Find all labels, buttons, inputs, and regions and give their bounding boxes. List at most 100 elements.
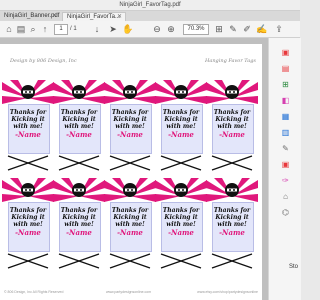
tag-line-thanks: Thanks for (111, 109, 149, 116)
up-icon[interactable]: ↑ (40, 24, 50, 34)
tab-bar: NinjaGirl_Banner.pdf ✕ NinjaGirl_FavorTa… (0, 11, 300, 21)
tag-line-name: -Name (117, 228, 143, 237)
pointer-icon[interactable]: ➤ (108, 24, 118, 34)
tag-line-thanks: Thanks for (162, 207, 200, 214)
close-icon[interactable]: ✕ (117, 13, 122, 21)
favor-tag: Thanks for Kicking it with me! -Name (53, 178, 105, 270)
tag-line-kicking: Kicking it (11, 116, 45, 123)
page-footer-right: www.etsy.com/shop/partydesignsonline (197, 290, 258, 294)
tab-favortag-pdf[interactable]: NinjaGirl_FavorTa... ✕ (62, 12, 126, 21)
ninja-face-icon (21, 85, 35, 99)
tag-line-name: -Name (66, 130, 92, 139)
tag-line-kicking: Kicking it (164, 116, 198, 123)
tag-line-name: -Name (168, 130, 194, 139)
tag-line-thanks: Thanks for (213, 207, 251, 214)
down-icon[interactable]: ↓ (92, 24, 102, 34)
close-icon[interactable]: ✕ (52, 12, 57, 21)
tools-panel: ▣ ▤ ⊞ ◧ ▦ ▥ ✎ ▣ ✑ ⌂ ⌬ Sto (268, 38, 301, 300)
scan-icon[interactable]: ▥ (281, 128, 290, 137)
ninja-face-icon (72, 183, 86, 197)
tag-line-withme: with me! (64, 221, 94, 228)
favor-tag: Thanks for Kicking it with me! -Name (2, 80, 54, 172)
tag-line-withme: with me! (13, 221, 43, 228)
ninja-face-icon (174, 85, 188, 99)
ninja-face-icon (123, 183, 137, 197)
ninja-face-icon (225, 183, 239, 197)
tag-line-withme: with me! (115, 221, 145, 228)
tag-line-thanks: Thanks for (111, 207, 149, 214)
page-header-right: Hanging Favor Tags (205, 58, 256, 64)
tag-line-name: -Name (219, 228, 245, 237)
page-footer-mid: www.partydesignsonline.com (106, 290, 152, 294)
search-icon[interactable]: ⌕ (28, 24, 38, 34)
crossed-swords-icon (109, 253, 151, 269)
tag-line-name: -Name (168, 228, 194, 237)
tag-line-withme: with me! (13, 123, 43, 130)
tag-line-thanks: Thanks for (162, 109, 200, 116)
share-icon[interactable]: ⇪ (274, 24, 284, 34)
comment-icon[interactable]: ✎ (228, 24, 238, 34)
favor-tag: Thanks for Kicking it with me! -Name (206, 80, 258, 172)
sign-icon[interactable]: ✍ (256, 24, 267, 34)
tag-line-kicking: Kicking it (113, 214, 147, 221)
send-sign-icon[interactable]: ✑ (281, 176, 290, 185)
protect-icon[interactable]: ⌂ (281, 192, 290, 201)
pdf-page: Design by 806 Design, Inc Hanging Favor … (0, 44, 262, 300)
tag-line-thanks: Thanks for (213, 109, 251, 116)
tag-line-kicking: Kicking it (215, 214, 249, 221)
print-icon[interactable]: ▤ (16, 24, 26, 34)
storage-label: Sto (289, 264, 299, 270)
tag-line-withme: with me! (115, 123, 145, 130)
crossed-swords-icon (7, 253, 49, 269)
zoom-in-icon[interactable]: ⊕ (166, 24, 176, 34)
tag-line-name: -Name (219, 130, 245, 139)
document-viewport[interactable]: Design by 806 Design, Inc Hanging Favor … (0, 38, 268, 300)
page-header-left: Design by 806 Design, Inc (10, 58, 77, 64)
pen-icon[interactable]: ✐ (242, 24, 252, 34)
tag-line-withme: with me! (217, 123, 247, 130)
tag-line-name: -Name (15, 228, 41, 237)
toolbar: ⌂ ▤ ⌕ ↑ 1 / 1 ↓ ➤ ✋ ⊖ ⊕ 70.3% ⊞ ✎ ✐ ✍ ⇪ (0, 21, 300, 38)
tag-line-kicking: Kicking it (215, 116, 249, 123)
pan-icon[interactable]: ✋ (122, 24, 133, 34)
tag-line-name: -Name (66, 228, 92, 237)
favor-tag: Thanks for Kicking it with me! -Name (206, 178, 258, 270)
title-bar: NinjaGirl_FavorTag.pdf (0, 0, 300, 11)
crossed-swords-icon (160, 253, 202, 269)
more-tools-icon[interactable]: ⌬ (281, 208, 290, 217)
tag-line-withme: with me! (64, 123, 94, 130)
crossed-swords-icon (211, 253, 253, 269)
tag-line-withme: with me! (166, 123, 196, 130)
crossed-swords-icon (7, 155, 49, 171)
create-pdf-icon[interactable]: ⊞ (281, 80, 290, 89)
fill-sign-icon[interactable]: ▣ (281, 160, 290, 169)
favor-tag: Thanks for Kicking it with me! -Name (155, 80, 207, 172)
page-footer-left: © 806 Design, Inc All Rights Reserved (4, 290, 64, 294)
crossed-swords-icon (58, 253, 100, 269)
edit-pdf-icon[interactable]: ▤ (281, 64, 290, 73)
crossed-swords-icon (58, 155, 100, 171)
tag-line-kicking: Kicking it (11, 214, 45, 221)
favor-tag: Thanks for Kicking it with me! -Name (104, 178, 156, 270)
zoom-out-icon[interactable]: ⊖ (152, 24, 162, 34)
combine-icon[interactable]: ◧ (281, 96, 290, 105)
zoom-level-select[interactable]: 70.3% (183, 24, 209, 35)
fit-page-icon[interactable]: ⊞ (214, 24, 224, 34)
home-icon[interactable]: ⌂ (4, 24, 14, 34)
tag-line-thanks: Thanks for (60, 109, 98, 116)
crossed-swords-icon (211, 155, 253, 171)
tag-line-thanks: Thanks for (60, 207, 98, 214)
tab-banner-pdf[interactable]: NinjaGirl_Banner.pdf ✕ (0, 12, 60, 21)
favor-tag: Thanks for Kicking it with me! -Name (2, 178, 54, 270)
page-number-input[interactable]: 1 (54, 24, 68, 35)
tag-line-kicking: Kicking it (164, 214, 198, 221)
page-total: / 1 (70, 26, 77, 32)
favor-tag: Thanks for Kicking it with me! -Name (104, 80, 156, 172)
organize-icon[interactable]: ▦ (281, 112, 290, 121)
tag-line-name: -Name (15, 130, 41, 139)
export-pdf-icon[interactable]: ▣ (281, 48, 290, 57)
comment-tool-icon[interactable]: ✎ (281, 144, 290, 153)
crossed-swords-icon (160, 155, 202, 171)
tag-line-withme: with me! (217, 221, 247, 228)
favor-tag: Thanks for Kicking it with me! -Name (155, 178, 207, 270)
